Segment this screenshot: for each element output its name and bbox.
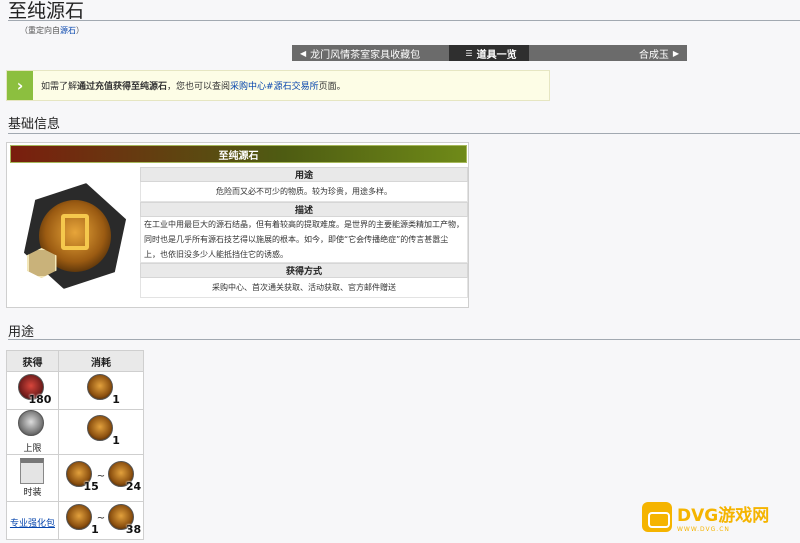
pro-pack-link[interactable]: 专业强化包 — [10, 519, 55, 529]
redirect-suffix: ） — [76, 26, 84, 35]
cost-qty: 1 — [112, 434, 120, 447]
infobox-value-desc: 在工业中用最巨大的源石结晶，但有着较高的提取难度。是世界的主要能源类精加工产物，… — [140, 217, 468, 263]
notice-banner: › 如需了解通过充值获得至纯源石，您也可以查阅采购中心#源石交易所页面。 — [6, 70, 550, 101]
section-divider — [8, 339, 800, 340]
nav-current-button[interactable]: ☰ 道具一览 — [449, 45, 529, 61]
infobox-value-source: 采购中心、首次通关获取、活动获取、官方邮件赠送 — [140, 278, 468, 298]
originium-icon[interactable]: 1 — [85, 415, 120, 447]
originium-icon[interactable]: 1 — [64, 503, 99, 536]
item-navbar: ◀ 龙门风情茶室家具收藏包 ☰ 道具一览 合成玉 ▶ — [292, 45, 687, 61]
notice-link[interactable]: 采购中心#源石交易所 — [230, 82, 319, 92]
originium-icon[interactable]: 38 — [106, 503, 142, 536]
potion-icon[interactable]: 180 — [16, 373, 52, 406]
infobox-header-desc: 描述 — [140, 202, 468, 217]
chevron-right-icon: ▶ — [672, 48, 679, 58]
redirect-note: （重定向自源石） — [20, 25, 84, 36]
get-cell: 180 — [6, 371, 59, 410]
watermark-url: WWW.DVG.CN — [677, 526, 730, 533]
cost-cell: 1 ~ 38 — [57, 501, 145, 540]
originium-icon[interactable]: 1 — [85, 373, 120, 406]
notice-suffix: 页面。 — [318, 82, 346, 92]
cost-range: 1 ~ 38 — [64, 503, 142, 536]
get-cell: 上限 — [6, 409, 59, 455]
calendar-icon[interactable] — [20, 458, 45, 484]
infobox-header-source: 获得方式 — [140, 263, 468, 278]
section-divider — [8, 133, 800, 134]
usage-table: 获得 消耗 180 1 上限 1 时装 15 ~ 24 专业强化包 1 ~ 38 — [6, 350, 145, 540]
cost-qty-min: 1 — [91, 522, 99, 536]
infobox-rows: 用途 危险而又必不可少的物质。较为珍贵，用途多样。 描述 在工业中用最巨大的源石… — [140, 167, 468, 298]
notice-prefix: 如需了解 — [41, 82, 78, 92]
nav-next-button[interactable]: 合成玉 ▶ — [529, 45, 687, 61]
section-heading-basic: 基础信息 — [8, 117, 61, 132]
cost-cell: 1 — [57, 409, 145, 455]
item-image — [11, 167, 138, 305]
originium-icon[interactable]: 15 — [64, 461, 99, 493]
item-infobox: 至纯源石 用途 危险而又必不可少的物质。较为珍贵，用途多样。 描述 在工业中用最… — [6, 142, 469, 308]
table-header-get: 获得 — [6, 350, 59, 372]
watermark-text: DVG游戏网 WWW.DVG.CN — [677, 501, 769, 533]
originium-icon — [21, 182, 129, 290]
nav-current-label: 道具一览 — [476, 49, 517, 61]
table-row: 上限 1 — [6, 409, 145, 455]
notice-bold: 通过充值获得至纯源石 — [77, 82, 168, 92]
table-header-row: 获得 消耗 — [6, 350, 145, 372]
get-label: 时装 — [23, 488, 42, 498]
infobox-title: 至纯源石 — [10, 145, 467, 163]
watermark-title: DVG游戏网 — [677, 506, 770, 526]
infobox-value-usage: 危险而又必不可少的物质。较为珍贵，用途多样。 — [140, 182, 468, 202]
table-header-cost: 消耗 — [57, 350, 145, 372]
cost-qty-min: 15 — [83, 480, 99, 493]
originium-icon[interactable]: 24 — [106, 461, 142, 493]
table-row: 时装 15 ~ 24 — [6, 454, 145, 502]
nav-prev-label: 龙门风情茶室家具收藏包 — [310, 49, 421, 61]
site-watermark: DVG游戏网 WWW.DVG.CN — [642, 499, 792, 535]
cost-range: 15 ~ 24 — [64, 461, 142, 493]
clock-icon[interactable] — [16, 410, 48, 440]
chevron-right-icon: › — [7, 71, 33, 100]
redirect-prefix: （重定向自 — [20, 26, 60, 35]
list-icon: ☰ — [465, 48, 473, 58]
notice-middle: ，您也可以查阅 — [167, 82, 231, 92]
gamepad-icon — [642, 502, 672, 532]
get-label: 上限 — [23, 444, 42, 454]
get-cell: 时装 — [6, 454, 59, 502]
get-qty: 180 — [28, 392, 52, 406]
notice-text: 如需了解通过充值获得至纯源石，您也可以查阅采购中心#源石交易所页面。 — [41, 79, 346, 92]
cost-qty-max: 38 — [125, 522, 142, 536]
cost-qty-max: 24 — [125, 480, 142, 493]
cost-cell: 15 ~ 24 — [57, 454, 145, 502]
nav-next-label: 合成玉 — [638, 49, 669, 61]
cost-cell: 1 — [57, 371, 145, 410]
redirect-link[interactable]: 源石 — [60, 26, 76, 35]
get-cell: 专业强化包 — [6, 501, 59, 540]
table-row: 专业强化包 1 ~ 38 — [6, 501, 145, 540]
section-heading-usage: 用途 — [8, 325, 35, 340]
table-row: 180 1 — [6, 371, 145, 410]
infobox-header-usage: 用途 — [140, 167, 468, 182]
chevron-left-icon: ◀ — [300, 48, 307, 58]
cost-qty: 1 — [112, 392, 120, 406]
nav-prev-button[interactable]: ◀ 龙门风情茶室家具收藏包 — [292, 45, 449, 61]
title-divider — [8, 20, 800, 21]
